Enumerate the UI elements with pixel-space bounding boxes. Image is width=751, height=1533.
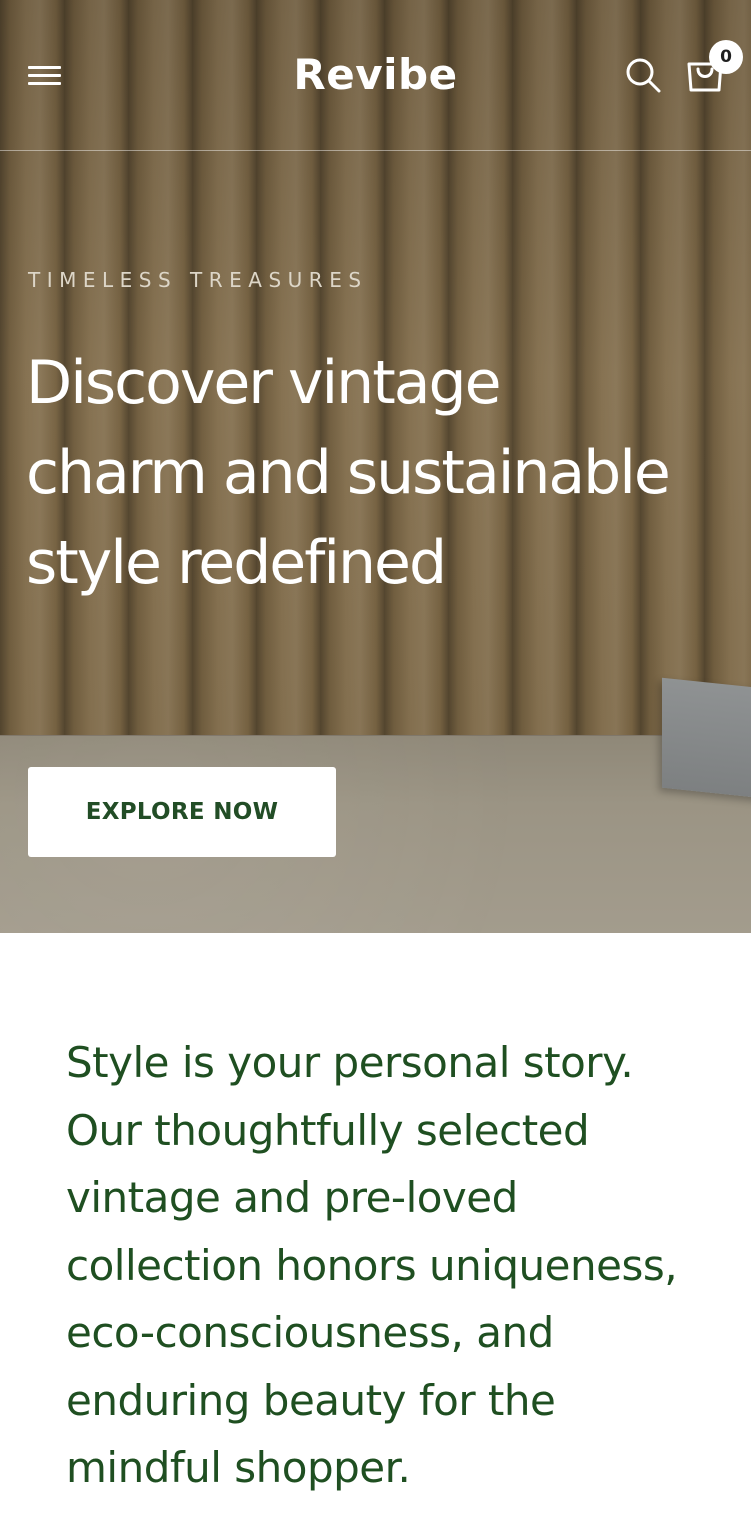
hamburger-menu-icon bbox=[28, 66, 61, 69]
hero-section: Revibe 0 TIMELESS TREASURES Discover vin… bbox=[0, 0, 751, 933]
hamburger-menu-icon-bar bbox=[28, 82, 61, 85]
hero-eyebrow: TIMELESS TREASURES bbox=[28, 268, 368, 292]
cart-count-badge: 0 bbox=[709, 40, 743, 74]
hero-headline: Discover vintage charm and sustainable s… bbox=[26, 348, 671, 598]
menu-button[interactable] bbox=[28, 64, 62, 88]
search-icon bbox=[626, 58, 661, 93]
site-header: Revibe 0 bbox=[0, 0, 751, 151]
search-button[interactable] bbox=[624, 56, 662, 94]
hamburger-menu-icon-bar bbox=[28, 74, 61, 77]
hero-stone-block bbox=[662, 677, 751, 801]
intro-paragraph: Style is your personal story. Our though… bbox=[66, 1038, 678, 1492]
explore-now-button[interactable]: EXPLORE NOW bbox=[28, 767, 336, 857]
